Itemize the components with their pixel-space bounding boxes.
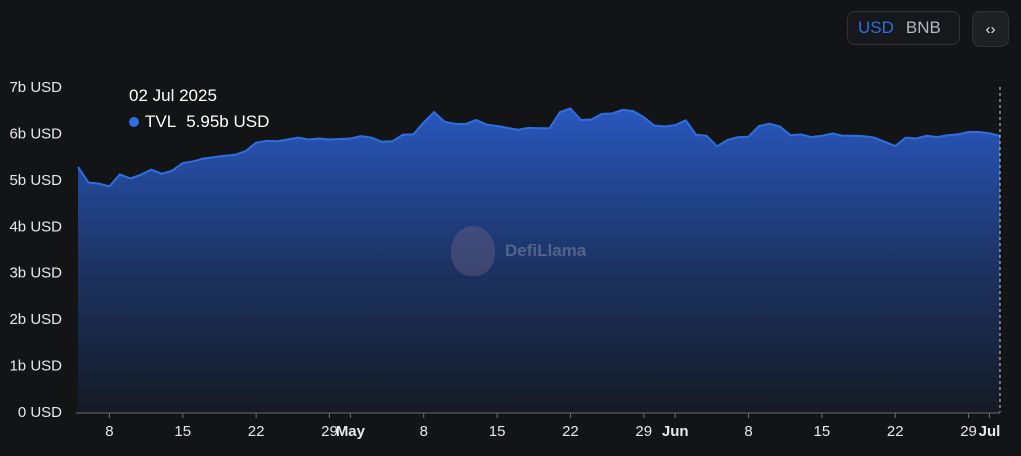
y-tick-label: 7b USD xyxy=(9,79,62,96)
series-dot-icon xyxy=(129,117,139,127)
x-tick-label: 29 xyxy=(960,423,977,440)
x-tick-label: Jul xyxy=(979,423,1001,440)
x-tick-label: 22 xyxy=(562,423,579,440)
y-tick-label: 1b USD xyxy=(9,358,62,375)
x-tick-label: 15 xyxy=(489,423,506,440)
x-tick-label: 22 xyxy=(887,423,904,440)
x-tick-label: 8 xyxy=(744,423,752,440)
watermark-text: DefiLlama xyxy=(505,241,587,260)
y-axis: 0 USD 1b USD 2b USD 3b USD 4b USD 5b USD 6b US… xyxy=(9,79,62,421)
tooltip: 02 Jul 2025 TVL 5.95b USD xyxy=(129,86,269,132)
y-tick-label: 4b USD xyxy=(9,218,62,235)
x-tick-label: Jun xyxy=(662,423,689,440)
y-tick-label: 3b USD xyxy=(9,265,62,282)
watermark: DefiLlama xyxy=(451,226,586,276)
x-axis: 8 15 22 29May 8 15 22 29 Jun 8 15 22 29 Jul xyxy=(105,413,1000,440)
llama-logo-icon xyxy=(451,226,495,276)
y-tick-label: 2b USD xyxy=(9,311,62,328)
y-tick-label: 5b USD xyxy=(9,172,62,189)
x-tick-label: 15 xyxy=(174,423,191,440)
x-tick-label: 15 xyxy=(814,423,831,440)
tooltip-value: 5.95b USD xyxy=(186,112,270,131)
tooltip-series-name: TVL xyxy=(145,112,177,131)
x-tick-label: May xyxy=(336,423,366,440)
tooltip-date: 02 Jul 2025 xyxy=(129,86,217,105)
tooltip-row: TVL 5.95b USD xyxy=(129,112,269,132)
chart-widget: USD BNB ‹› 0 USD 1b USD 2b USD 3b USD 4b USD… xyxy=(0,0,1021,456)
y-tick-label: 0 USD xyxy=(18,404,62,421)
y-tick-label: 6b USD xyxy=(9,125,62,142)
x-tick-label: 29 xyxy=(635,423,652,440)
x-tick-label: 8 xyxy=(420,423,428,440)
x-tick-label: 22 xyxy=(248,423,265,440)
x-tick-label: 8 xyxy=(105,423,113,440)
